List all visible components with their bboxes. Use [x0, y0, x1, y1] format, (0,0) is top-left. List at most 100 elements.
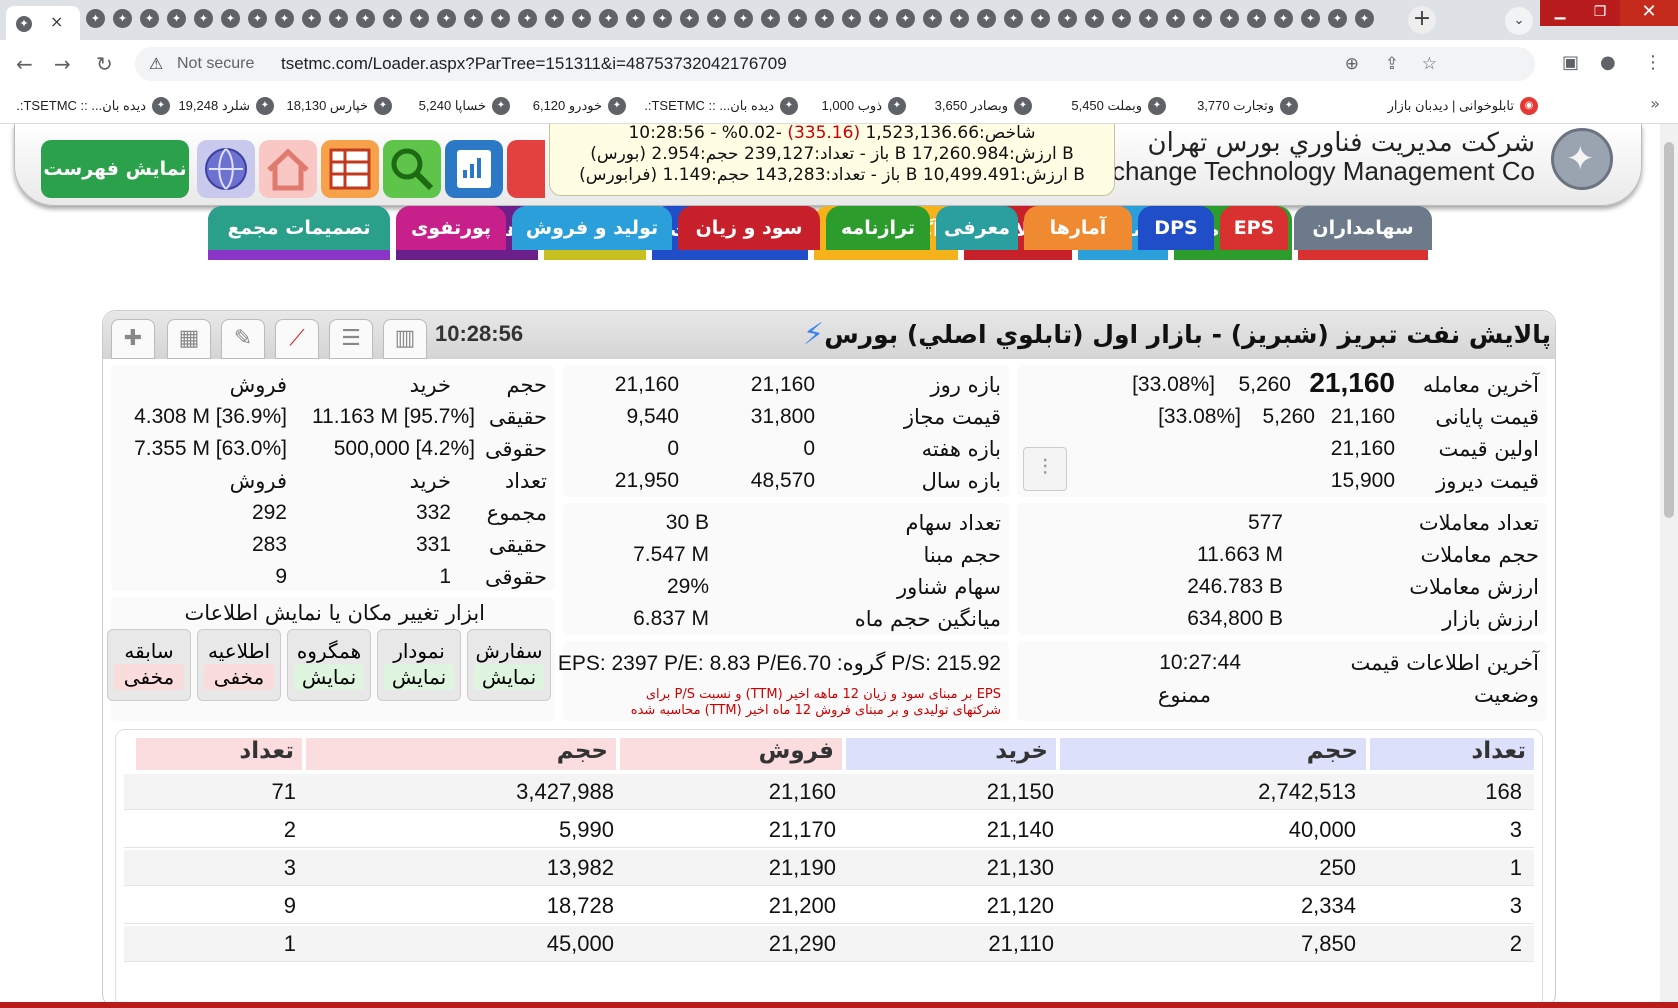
- tab-favicon-icon[interactable]: ✦: [437, 9, 456, 28]
- bookmark-item[interactable]: خساپا 5,240 ✦: [419, 96, 510, 116]
- tab-favicon-icon[interactable]: ✦: [410, 9, 429, 28]
- restore-icon[interactable]: ❐: [1580, 0, 1620, 26]
- toggle-history-button[interactable]: سابقه مخفی: [107, 629, 191, 701]
- profile-avatar-icon[interactable]: ●: [1600, 52, 1616, 73]
- menu-dots-icon[interactable]: ⋮: [1644, 52, 1662, 73]
- tab-favicon-icon[interactable]: ✦: [707, 9, 726, 28]
- toggle-announcement-button[interactable]: اطلاعیه مخفی: [197, 629, 281, 701]
- tab-favicon-icon[interactable]: ✦: [572, 9, 591, 28]
- tab-favicon-icon[interactable]: ✦: [1355, 9, 1374, 28]
- zoom-icon[interactable]: ⊕: [1345, 54, 1359, 74]
- tab-favicon-icon[interactable]: ✦: [923, 9, 942, 28]
- security-label[interactable]: Not secure: [177, 55, 254, 73]
- tab-favicon-icon[interactable]: ✦: [1031, 9, 1050, 28]
- bookmark-item[interactable]: خپارس 18,130 ✦: [287, 96, 392, 116]
- table-icon[interactable]: [321, 140, 379, 198]
- tab-favicon-icon[interactable]: ✦: [329, 9, 348, 28]
- toggle-order-button[interactable]: سفارش نمایش: [467, 629, 551, 701]
- tab-favicon-icon[interactable]: ✦: [1193, 9, 1212, 28]
- tab-favicon-icon[interactable]: ✦: [734, 9, 753, 28]
- warning-icon[interactable]: ⚠: [149, 54, 163, 73]
- tab-favicon-icon[interactable]: ✦: [653, 9, 672, 28]
- tab-favicon-icon[interactable]: ✦: [518, 9, 537, 28]
- tab-favicon-icon[interactable]: ✦: [221, 9, 240, 28]
- tab-favicon-icon[interactable]: ✦: [1274, 9, 1293, 28]
- tab-favicon-icon[interactable]: ✦: [140, 9, 159, 28]
- tab-favicon-icon[interactable]: ✦: [1166, 9, 1185, 28]
- address-bar[interactable]: ⚠ Not secure tsetmc.com/Loader.aspx?ParT…: [135, 47, 1535, 81]
- tab-favicon-icon[interactable]: ✦: [275, 9, 294, 28]
- tab-favicon-icon[interactable]: ✦: [761, 9, 780, 28]
- active-tab[interactable]: ✦ ×: [6, 6, 80, 40]
- bookmarks-more-icon[interactable]: »: [1650, 94, 1660, 113]
- tab-favicon-icon[interactable]: ✦: [194, 9, 213, 28]
- tab-favicon-icon[interactable]: ✦: [1112, 9, 1131, 28]
- reload-icon[interactable]: ↻: [96, 52, 113, 76]
- tab-favicon-icon[interactable]: ✦: [788, 9, 807, 28]
- back-icon[interactable]: ←: [16, 52, 33, 76]
- tab-assembly-decisions[interactable]: تصمیمات مجمع: [208, 206, 390, 250]
- tab-favicon-icon[interactable]: ✦: [167, 9, 186, 28]
- tab-favicon-icon[interactable]: ✦: [1139, 9, 1158, 28]
- share-icon[interactable]: ⇪: [1385, 54, 1399, 74]
- tab-favicon-icon[interactable]: ✦: [869, 9, 888, 28]
- close-window-icon[interactable]: ✕: [1620, 0, 1678, 26]
- tab-dps[interactable]: DPS: [1138, 206, 1214, 250]
- tab-favicon-icon[interactable]: ✦: [896, 9, 915, 28]
- tab-favicon-icon[interactable]: ✦: [383, 9, 402, 28]
- tab-favicon-icon[interactable]: ✦: [356, 9, 375, 28]
- edit-doc-icon[interactable]: ✎: [221, 319, 265, 359]
- tab-eps[interactable]: EPS: [1220, 206, 1288, 250]
- tab-favicon-icon[interactable]: ✦: [464, 9, 483, 28]
- tab-profit-loss[interactable]: سود و زیان: [678, 206, 820, 250]
- search-icon[interactable]: [383, 140, 441, 198]
- tab-favicon-icon[interactable]: ✦: [680, 9, 699, 28]
- bookmark-item[interactable]: ذوب 1,000 ✦: [822, 96, 906, 116]
- home-icon[interactable]: [259, 140, 317, 198]
- chart-book-icon[interactable]: [445, 140, 503, 198]
- tab-favicon-icon[interactable]: ✦: [248, 9, 267, 28]
- info-icon[interactable]: [507, 140, 545, 198]
- add-icon[interactable]: ✚: [111, 319, 155, 359]
- tab-production-sales[interactable]: تولید و فروش: [512, 206, 672, 250]
- bookmark-item[interactable]: وتجارت 3,770 ✦: [1197, 96, 1298, 116]
- tab-favicon-icon[interactable]: ✦: [626, 9, 645, 28]
- tab-favicon-icon[interactable]: ✦: [950, 9, 969, 28]
- tab-favicon-icon[interactable]: ✦: [815, 9, 834, 28]
- calculator-icon[interactable]: ▦: [167, 319, 211, 359]
- bookmark-item[interactable]: دیده بان... :: TSETMC:. ✦: [16, 96, 170, 116]
- tab-shareholders[interactable]: سهامداران: [1294, 206, 1432, 250]
- tab-statistics[interactable]: آمارها: [1024, 206, 1132, 250]
- page-scrollbar[interactable]: [1660, 124, 1678, 1008]
- line-chart-icon[interactable]: ⟋: [275, 319, 319, 359]
- close-tab-icon[interactable]: ×: [50, 12, 63, 31]
- tab-favicon-icon[interactable]: ✦: [1328, 9, 1347, 28]
- tab-favicon-icon[interactable]: ✦: [842, 9, 861, 28]
- tab-favicon-icon[interactable]: ✦: [302, 9, 321, 28]
- tab-favicon-icon[interactable]: ✦: [599, 9, 618, 28]
- bookmark-star-icon[interactable]: ☆: [1422, 54, 1437, 74]
- tab-portfolio[interactable]: پورتفوی: [396, 206, 506, 250]
- tab-favicon-icon[interactable]: ✦: [1247, 9, 1266, 28]
- minimize-icon[interactable]: ▁: [1540, 0, 1580, 26]
- url-text[interactable]: tsetmc.com/Loader.aspx?ParTree=151311&i=…: [281, 54, 787, 74]
- globe-icon[interactable]: [197, 140, 255, 198]
- tab-favicon-icon[interactable]: ✦: [1058, 9, 1077, 28]
- equalizer-icon[interactable]: ⫶: [1023, 447, 1067, 491]
- list-icon[interactable]: ☰: [329, 319, 373, 359]
- bookmark-item[interactable]: وبصادر 3,650 ✦: [935, 96, 1032, 116]
- tab-search-chevron-icon[interactable]: ⌄: [1505, 7, 1533, 35]
- tab-favicon-icon[interactable]: ✦: [1301, 9, 1320, 28]
- bookmark-item[interactable]: وبملت 5,450 ✦: [1071, 96, 1166, 116]
- bookmark-item[interactable]: دیده بان... :: TSETMC:. ✦: [644, 96, 798, 116]
- lightning-icon[interactable]: ⚡: [803, 317, 824, 352]
- toggle-peers-button[interactable]: همگروه نمایش: [287, 629, 371, 701]
- show-list-button[interactable]: نمایش فهرست: [41, 140, 189, 198]
- side-panel-icon[interactable]: ▣: [1562, 52, 1579, 73]
- tab-favicon-icon[interactable]: ✦: [977, 9, 996, 28]
- tab-balance-sheet[interactable]: ترازنامه: [826, 206, 930, 250]
- bookmark-item[interactable]: شلرد 19,248 ✦: [178, 96, 274, 116]
- toggle-chart-button[interactable]: نمودار نمایش: [377, 629, 461, 701]
- forward-icon[interactable]: →: [54, 52, 71, 76]
- tab-favicon-icon[interactable]: ✦: [113, 9, 132, 28]
